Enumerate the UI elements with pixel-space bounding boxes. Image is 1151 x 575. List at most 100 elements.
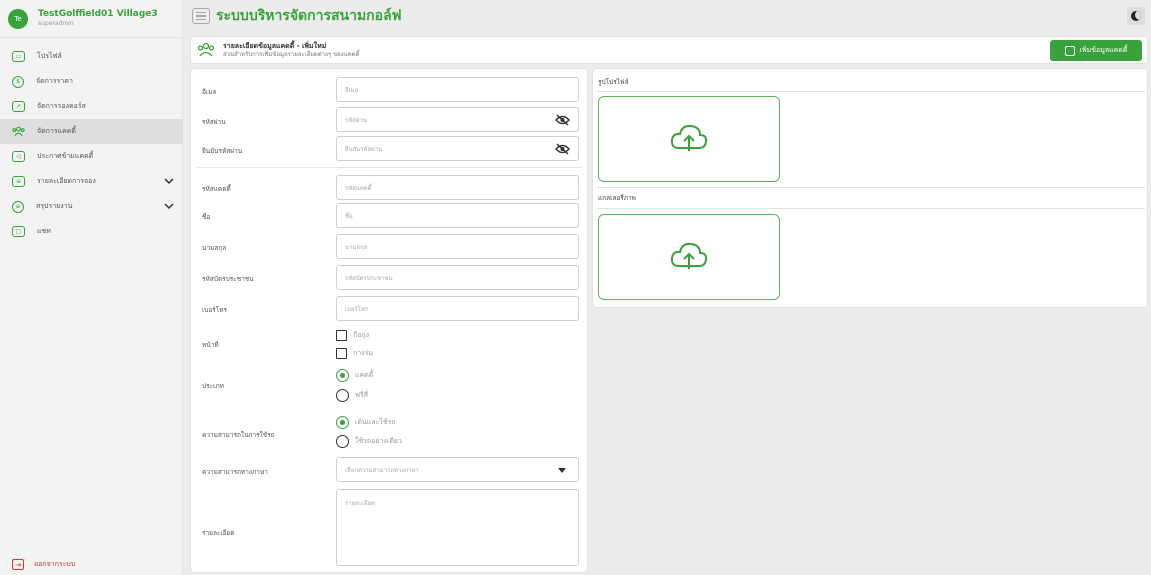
menu-icon[interactable] xyxy=(192,8,210,24)
users-group-icon xyxy=(12,126,25,137)
sidebar-item-label: จัดการรองคอร์ส xyxy=(37,102,86,110)
megaphone-icon: ◁ xyxy=(12,151,25,162)
radio-button[interactable] xyxy=(336,369,349,382)
duty-option-label: กางร่ม xyxy=(353,349,373,357)
eye-off-icon[interactable] xyxy=(555,114,570,126)
sidebar: Te TestGolffield01 Village3 superadmin ▭… xyxy=(0,0,183,575)
eye-off-icon[interactable] xyxy=(555,143,570,155)
password-field[interactable]: รหัสผ่าน xyxy=(336,107,579,132)
divider xyxy=(597,208,1145,209)
dark-mode-toggle[interactable] xyxy=(1127,7,1145,25)
divider xyxy=(597,187,1145,188)
sidebar-item-profile[interactable]: ▭ โปรไฟล์ xyxy=(0,44,183,69)
section-title: รายละเอียดข้อมูลแคดดี้ - เพิ่มใหม่ xyxy=(223,41,327,50)
sidebar-item-label: จัดการราคา xyxy=(36,77,73,85)
id-card-label: รหัสบัตรประชาชน xyxy=(202,275,254,283)
sidebar-item-label: แชท xyxy=(37,227,51,235)
logout-button[interactable]: ⇥ ออกจากระบบ xyxy=(12,559,75,570)
language-select[interactable]: เลือกความสามารถทางภาษา xyxy=(336,457,579,482)
caddy-form: อีเมล อีเมล รหัสผ่าน รหัสผ่าน ยืนยันรหัส… xyxy=(190,68,588,573)
radio-button[interactable] xyxy=(336,435,349,448)
password-label: รหัสผ่าน xyxy=(202,118,226,126)
booking-list-icon: ≡ xyxy=(12,176,25,187)
car-option-label: ใช้รถอย่างเดียว xyxy=(355,437,402,445)
first-name-field[interactable]: ชื่อ xyxy=(336,203,579,228)
id-card-field[interactable]: รหัสบัตรประชาชน xyxy=(336,265,579,290)
cloud-upload-icon xyxy=(670,124,708,151)
chevron-down-icon[interactable] xyxy=(163,175,175,187)
sidebar-item-caddy[interactable]: จัดการแคดดี้ xyxy=(0,119,183,144)
caret-down-icon xyxy=(558,468,566,473)
caddy-code-label: รหัสแคดดี้ xyxy=(202,185,231,193)
password-placeholder: รหัสผ่าน xyxy=(345,116,367,124)
sidebar-item-chat[interactable]: ▢ แชท xyxy=(0,219,183,244)
sidebar-item-label: จัดการแคดดี้ xyxy=(37,127,76,135)
add-caddy-label: เพิ่มข้อมูลแคดดี้ xyxy=(1079,46,1128,54)
email-field[interactable]: อีเมล xyxy=(336,77,579,102)
brand-header: Te TestGolffield01 Village3 superadmin xyxy=(0,0,182,38)
duty-option-bag[interactable]: ถือถุง xyxy=(336,330,369,341)
section-subtitle: ส่วนสำหรับการเพิ่มข้อมูลรายละเอียดต่างๆ … xyxy=(223,50,360,58)
details-textarea[interactable]: รายละเอียด xyxy=(336,489,579,566)
confirm-password-field[interactable]: ยืนยันรหัสผ่าน xyxy=(336,136,579,161)
language-label: ความสามารถทางภาษา xyxy=(202,468,268,476)
sidebar-item-label: สรุปรายงาน xyxy=(36,202,73,210)
report-database-icon: ≡ xyxy=(12,200,24,213)
phone-field[interactable]: เบอร์โทร xyxy=(336,296,579,321)
brand-name: TestGolffield01 Village3 xyxy=(38,9,158,19)
chevron-down-icon[interactable] xyxy=(163,200,175,212)
last-name-field[interactable]: นามสกุล xyxy=(336,234,579,259)
moon-icon xyxy=(1131,11,1141,21)
top-bar: ระบบบริหารจัดการสนามกอล์ฟ xyxy=(184,0,1151,32)
chat-icon: ▢ xyxy=(12,226,25,237)
first-name-label: ชื่อ xyxy=(202,213,211,221)
add-caddy-button[interactable]: เพิ่มข้อมูลแคดดี้ xyxy=(1050,40,1142,61)
sidebar-item-course[interactable]: ↗ จัดการรองคอร์ส xyxy=(0,94,183,119)
sidebar-item-pricing[interactable]: $ จัดการราคา xyxy=(0,69,183,94)
sidebar-item-booking[interactable]: ≡ รายละเอียดการจอง xyxy=(0,169,183,194)
type-label: ประเภท xyxy=(202,382,224,390)
last-name-label: นามสกุล xyxy=(202,244,227,252)
cloud-upload-icon xyxy=(670,242,708,269)
sidebar-item-report[interactable]: ≡ สรุปรายงาน xyxy=(0,194,183,219)
logout-icon: ⇥ xyxy=(12,559,24,570)
car-option-walk-and-car[interactable]: เดินและใช้รถ xyxy=(336,416,395,429)
duty-option-label: ถือถุง xyxy=(353,331,370,339)
section-header: รายละเอียดข้อมูลแคดดี้ - เพิ่มใหม่ ส่วนส… xyxy=(190,36,1148,64)
car-ability-label: ความสามารถในการใช้รถ xyxy=(202,431,275,439)
sidebar-item-label: โปรไฟล์ xyxy=(37,52,62,60)
phone-label: เบอร์โทร xyxy=(202,306,228,314)
duty-label: หน้าที่ xyxy=(202,341,219,349)
radio-button[interactable] xyxy=(336,389,349,402)
page-title: ระบบบริหารจัดการสนามกอล์ฟ xyxy=(216,8,402,24)
duty-option-umbrella[interactable]: กางร่ม xyxy=(336,348,373,359)
confirm-password-placeholder: ยืนยันรหัสผ่าน xyxy=(345,145,383,153)
type-option-label: แคดดี้ xyxy=(355,371,374,379)
radio-button[interactable] xyxy=(336,416,349,429)
avatar: Te xyxy=(8,8,28,29)
details-label: รายละเอียด xyxy=(202,529,235,537)
confirm-password-label: ยืนยันรหัสผ่าน xyxy=(202,147,243,155)
logout-label: ออกจากระบบ xyxy=(34,560,76,568)
users-group-icon xyxy=(197,42,215,57)
caddy-code-field[interactable]: รหัสแคดดี้ xyxy=(336,175,579,200)
checkbox[interactable] xyxy=(336,348,347,359)
profile-card-icon: ▭ xyxy=(12,51,25,62)
save-icon xyxy=(1064,45,1075,56)
car-option-label: เดินและใช้รถ xyxy=(355,418,396,426)
profile-image-title: รูปโปรไฟล์ xyxy=(598,78,629,86)
divider xyxy=(197,167,583,168)
sidebar-item-announce[interactable]: ◁ ประกาศข้ามแคดดี้ xyxy=(0,144,183,169)
gallery-title: แกลเลอรี่ภาพ xyxy=(598,194,636,202)
brand-role: superadmin xyxy=(38,20,74,27)
profile-image-upload[interactable] xyxy=(598,96,780,182)
sidebar-item-label: ประกาศข้ามแคดดี้ xyxy=(37,152,94,160)
type-option-free[interactable]: ฟรีสี่ xyxy=(336,389,368,402)
type-option-label: ฟรีสี่ xyxy=(355,391,368,399)
checkbox[interactable] xyxy=(336,330,347,341)
chart-icon: ↗ xyxy=(12,101,25,112)
money-coin-icon: $ xyxy=(12,75,24,88)
car-option-car-only[interactable]: ใช้รถอย่างเดียว xyxy=(336,435,402,448)
gallery-image-upload[interactable] xyxy=(598,214,780,300)
type-option-caddy[interactable]: แคดดี้ xyxy=(336,369,373,382)
